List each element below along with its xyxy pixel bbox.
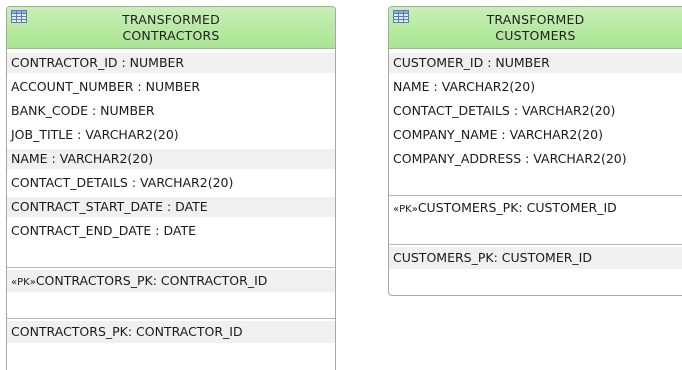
- table-icon: [393, 10, 409, 23]
- column-row[interactable]: CONTRACTOR_ID : NUMBER: [7, 53, 335, 73]
- pk-constraint: CUSTOMERS_PK: CUSTOMER_ID: [417, 200, 617, 215]
- constraint-row-empty: [389, 220, 682, 244]
- column-row-empty: [7, 243, 335, 267]
- index-row[interactable]: CUSTOMERS_PK: CUSTOMER_ID: [389, 247, 682, 269]
- pk-stereotype: «PK»: [393, 204, 418, 215]
- column-row[interactable]: BANK_CODE : NUMBER: [7, 99, 335, 123]
- entity-title-line1: TRANSFORMED: [486, 12, 585, 27]
- entity-transformed-customers[interactable]: TRANSFORMED CUSTOMERS CUSTOMER_ID : NUMB…: [388, 6, 682, 296]
- entity-header[interactable]: TRANSFORMED CUSTOMERS: [389, 7, 682, 49]
- column-row[interactable]: CONTRACT_START_DATE : DATE: [7, 197, 335, 217]
- column-list: CONTRACTOR_ID : NUMBER ACCOUNT_NUMBER : …: [7, 49, 335, 267]
- column-row[interactable]: NAME : VARCHAR2(20): [7, 149, 335, 169]
- column-row[interactable]: COMPANY_ADDRESS : VARCHAR2(20): [389, 147, 682, 171]
- column-row[interactable]: CONTACT_DETAILS : VARCHAR2(20): [389, 99, 682, 123]
- column-row[interactable]: NAME : VARCHAR2(20): [389, 75, 682, 99]
- column-row[interactable]: CONTRACT_END_DATE : DATE: [7, 219, 335, 243]
- column-list: CUSTOMER_ID : NUMBER NAME : VARCHAR2(20)…: [389, 49, 682, 195]
- index-section: CUSTOMERS_PK: CUSTOMER_ID: [389, 244, 682, 269]
- table-icon: [11, 10, 27, 23]
- constraint-row-empty: [7, 294, 335, 318]
- entity-title-line1: TRANSFORMED: [122, 12, 220, 27]
- column-row[interactable]: COMPANY_NAME : VARCHAR2(20): [389, 123, 682, 147]
- constraint-section: «PK»CUSTOMERS_PK: CUSTOMER_ID: [389, 195, 682, 244]
- column-row[interactable]: JOB_TITLE : VARCHAR2(20): [7, 123, 335, 147]
- pk-constraint-row[interactable]: «PK»CUSTOMERS_PK: CUSTOMER_ID: [389, 196, 682, 220]
- column-row[interactable]: CUSTOMER_ID : NUMBER: [389, 53, 682, 73]
- entity-header[interactable]: TRANSFORMED CONTRACTORS: [7, 7, 335, 49]
- column-row[interactable]: CONTACT_DETAILS : VARCHAR2(20): [7, 171, 335, 195]
- entity-title-line2: CONTRACTORS: [122, 28, 220, 43]
- index-row[interactable]: CONTRACTORS_PK: CONTRACTOR_ID: [7, 321, 335, 343]
- constraint-section: «PK»CONTRACTORS_PK: CONTRACTOR_ID: [7, 267, 335, 318]
- entity-title-line2: CUSTOMERS: [495, 28, 576, 43]
- pk-constraint-row[interactable]: «PK»CONTRACTORS_PK: CONTRACTOR_ID: [7, 270, 335, 292]
- column-row[interactable]: ACCOUNT_NUMBER : NUMBER: [7, 75, 335, 99]
- index-section: CONTRACTORS_PK: CONTRACTOR_ID: [7, 318, 335, 343]
- pk-constraint: CONTRACTORS_PK: CONTRACTOR_ID: [35, 273, 268, 288]
- column-row-empty: [389, 171, 682, 195]
- pk-stereotype: «PK»: [11, 277, 36, 288]
- entity-transformed-contractors[interactable]: TRANSFORMED CONTRACTORS CONTRACTOR_ID : …: [6, 6, 336, 370]
